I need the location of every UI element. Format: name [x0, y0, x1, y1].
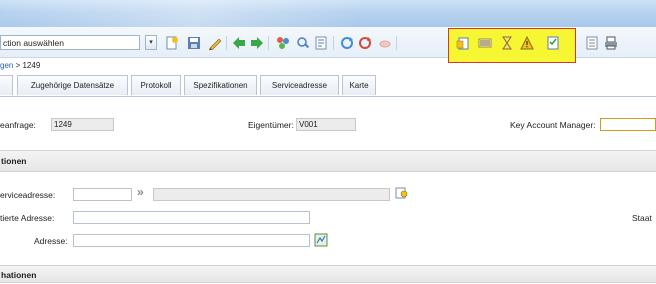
print-icon[interactable]	[604, 36, 618, 50]
checklist-icon[interactable]	[546, 36, 560, 50]
tab-bar: Zugehörige Datensätze Protokoll Spezifik…	[0, 75, 656, 97]
owner-label: Eigentümer:	[248, 120, 294, 130]
owner-field: V001	[296, 118, 356, 131]
kam-field[interactable]	[600, 118, 656, 131]
tab-protocol[interactable]: Protokoll	[131, 75, 181, 95]
run-icon[interactable]	[358, 36, 372, 50]
tab-underline	[0, 96, 656, 97]
tab-active-edge[interactable]	[0, 75, 13, 95]
barcode-icon[interactable]	[478, 36, 492, 50]
search-records-icon[interactable]	[296, 36, 310, 50]
window-title-bar	[0, 0, 656, 27]
breadcrumb: gen > 1249	[0, 61, 40, 71]
anfrage-label: eanfrage:	[0, 120, 36, 130]
address-map-icon[interactable]	[314, 233, 328, 247]
new-record-icon[interactable]	[165, 36, 179, 50]
action-select[interactable]: ction auswählen	[0, 35, 140, 50]
staat-label: Staat	[632, 213, 652, 223]
warning-icon[interactable]	[520, 35, 534, 50]
section-header-first: tionen	[0, 150, 656, 172]
serviceadresse-label: erviceadresse:	[0, 190, 56, 200]
list-document-icon[interactable]	[585, 36, 599, 50]
document-copy-icon[interactable]	[456, 36, 470, 50]
save-icon[interactable]	[187, 36, 201, 50]
edit-icon[interactable]	[208, 36, 222, 51]
report-icon[interactable]	[314, 36, 328, 50]
section-header-second: hationen	[0, 265, 656, 283]
tab-related-records[interactable]: Zugehörige Datensätze	[17, 75, 128, 95]
adresse-field[interactable]	[73, 234, 310, 247]
back-arrow-icon[interactable]	[232, 36, 246, 50]
breadcrumb-link[interactable]: gen	[0, 61, 13, 70]
action-dropdown-button[interactable]: ▾	[145, 35, 157, 50]
tab-service-address[interactable]: Serviceadresse	[260, 75, 339, 95]
disabled-tool-icon	[378, 36, 392, 50]
tierte-adresse-label: tierte Adresse:	[0, 213, 55, 223]
refresh-icon[interactable]	[340, 36, 354, 50]
kam-label: Key Account Manager:	[510, 120, 596, 130]
tierte-adresse-field[interactable]	[73, 211, 310, 224]
breadcrumb-current: 1249	[22, 61, 41, 70]
forward-arrow-icon[interactable]	[250, 36, 264, 50]
serviceadresse-code-field[interactable]	[73, 188, 132, 201]
tab-specifications[interactable]: Spezifikationen	[184, 75, 257, 95]
anfrage-field: 1249	[51, 118, 114, 131]
address-lookup-icon[interactable]	[395, 186, 409, 200]
adresse-label: Adresse:	[34, 236, 68, 246]
tab-map[interactable]: Karte	[342, 75, 376, 95]
serviceadresse-display-field	[153, 188, 390, 201]
arrow-icon[interactable]: »	[137, 185, 144, 199]
hourglass-icon[interactable]	[500, 36, 514, 50]
workflow-icon[interactable]	[276, 36, 290, 50]
